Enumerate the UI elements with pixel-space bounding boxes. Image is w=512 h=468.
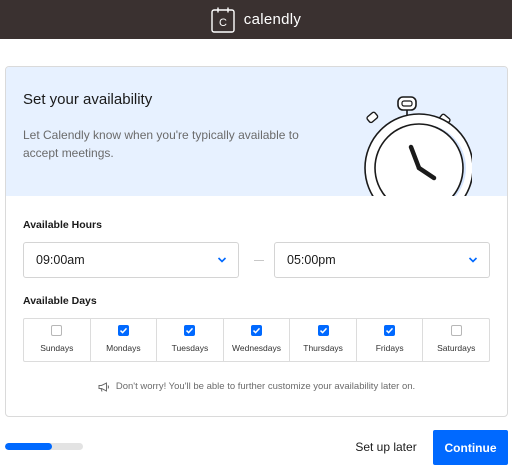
checkmark-icon [252, 327, 261, 334]
hero-description: Let Calendly know when you're typically … [23, 128, 299, 160]
day-label: Fridays [375, 343, 404, 353]
end-time-value: 05:00pm [287, 253, 336, 267]
day-option-fridays[interactable]: Fridays [357, 319, 424, 361]
checkmark-icon [386, 327, 394, 334]
calendar-logo-icon: C [211, 7, 235, 33]
day-option-tuesdays[interactable]: Tuesdays [157, 319, 224, 361]
day-label: Mondays [106, 343, 141, 353]
day-option-sundays[interactable]: Sundays [24, 319, 91, 361]
day-checkbox[interactable] [251, 325, 263, 336]
day-checkbox[interactable] [317, 325, 329, 336]
day-checkbox[interactable] [51, 325, 63, 336]
day-label: Saturdays [437, 343, 476, 353]
day-label: Sundays [40, 343, 74, 353]
continue-button[interactable]: Continue [433, 430, 508, 465]
progress-bar [5, 443, 83, 450]
day-label: Tuesdays [171, 343, 209, 353]
day-option-wednesdays[interactable]: Wednesdays [224, 319, 291, 361]
range-separator [254, 260, 264, 261]
customize-note: Don't worry! You'll be able to further c… [6, 381, 507, 392]
chevron-down-icon [468, 257, 478, 263]
checkmark-icon [186, 327, 194, 334]
brand[interactable]: C calendly [211, 7, 301, 33]
hero-panel: Set your availability Let Calendly know … [6, 67, 507, 196]
top-bar: C calendly [0, 0, 512, 39]
day-label: Wednesdays [232, 343, 282, 353]
checkmark-icon [119, 327, 127, 334]
stopwatch-icon [364, 96, 472, 196]
svg-text:C: C [219, 17, 227, 29]
availability-card: Set your availability Let Calendly know … [5, 66, 508, 417]
day-checkbox[interactable] [450, 325, 462, 336]
start-time-value: 09:00am [36, 253, 85, 267]
hours-label: Available Hours [23, 219, 102, 231]
days-selector: Sundays Mondays Tuesdays Wednesdays Thur… [23, 318, 490, 362]
brand-name: calendly [243, 11, 302, 28]
note-text: Don't worry! You'll be able to further c… [115, 381, 416, 392]
day-label: Thursdays [303, 343, 343, 353]
megaphone-icon [98, 381, 109, 392]
day-checkbox[interactable] [184, 325, 196, 336]
page-title: Set your availability [23, 91, 153, 108]
day-option-thursdays[interactable]: Thursdays [290, 319, 357, 361]
set-up-later-button[interactable]: Set up later [350, 432, 422, 462]
progress-fill [5, 443, 52, 450]
day-checkbox[interactable] [117, 325, 129, 336]
days-label: Available Days [23, 295, 97, 307]
end-time-select[interactable]: 05:00pm [274, 242, 490, 278]
day-option-mondays[interactable]: Mondays [91, 319, 158, 361]
day-checkbox[interactable] [384, 325, 396, 336]
checkmark-icon [319, 327, 327, 334]
start-time-select[interactable]: 09:00am [23, 242, 239, 278]
chevron-down-icon [217, 257, 227, 263]
day-option-saturdays[interactable]: Saturdays [423, 319, 489, 361]
